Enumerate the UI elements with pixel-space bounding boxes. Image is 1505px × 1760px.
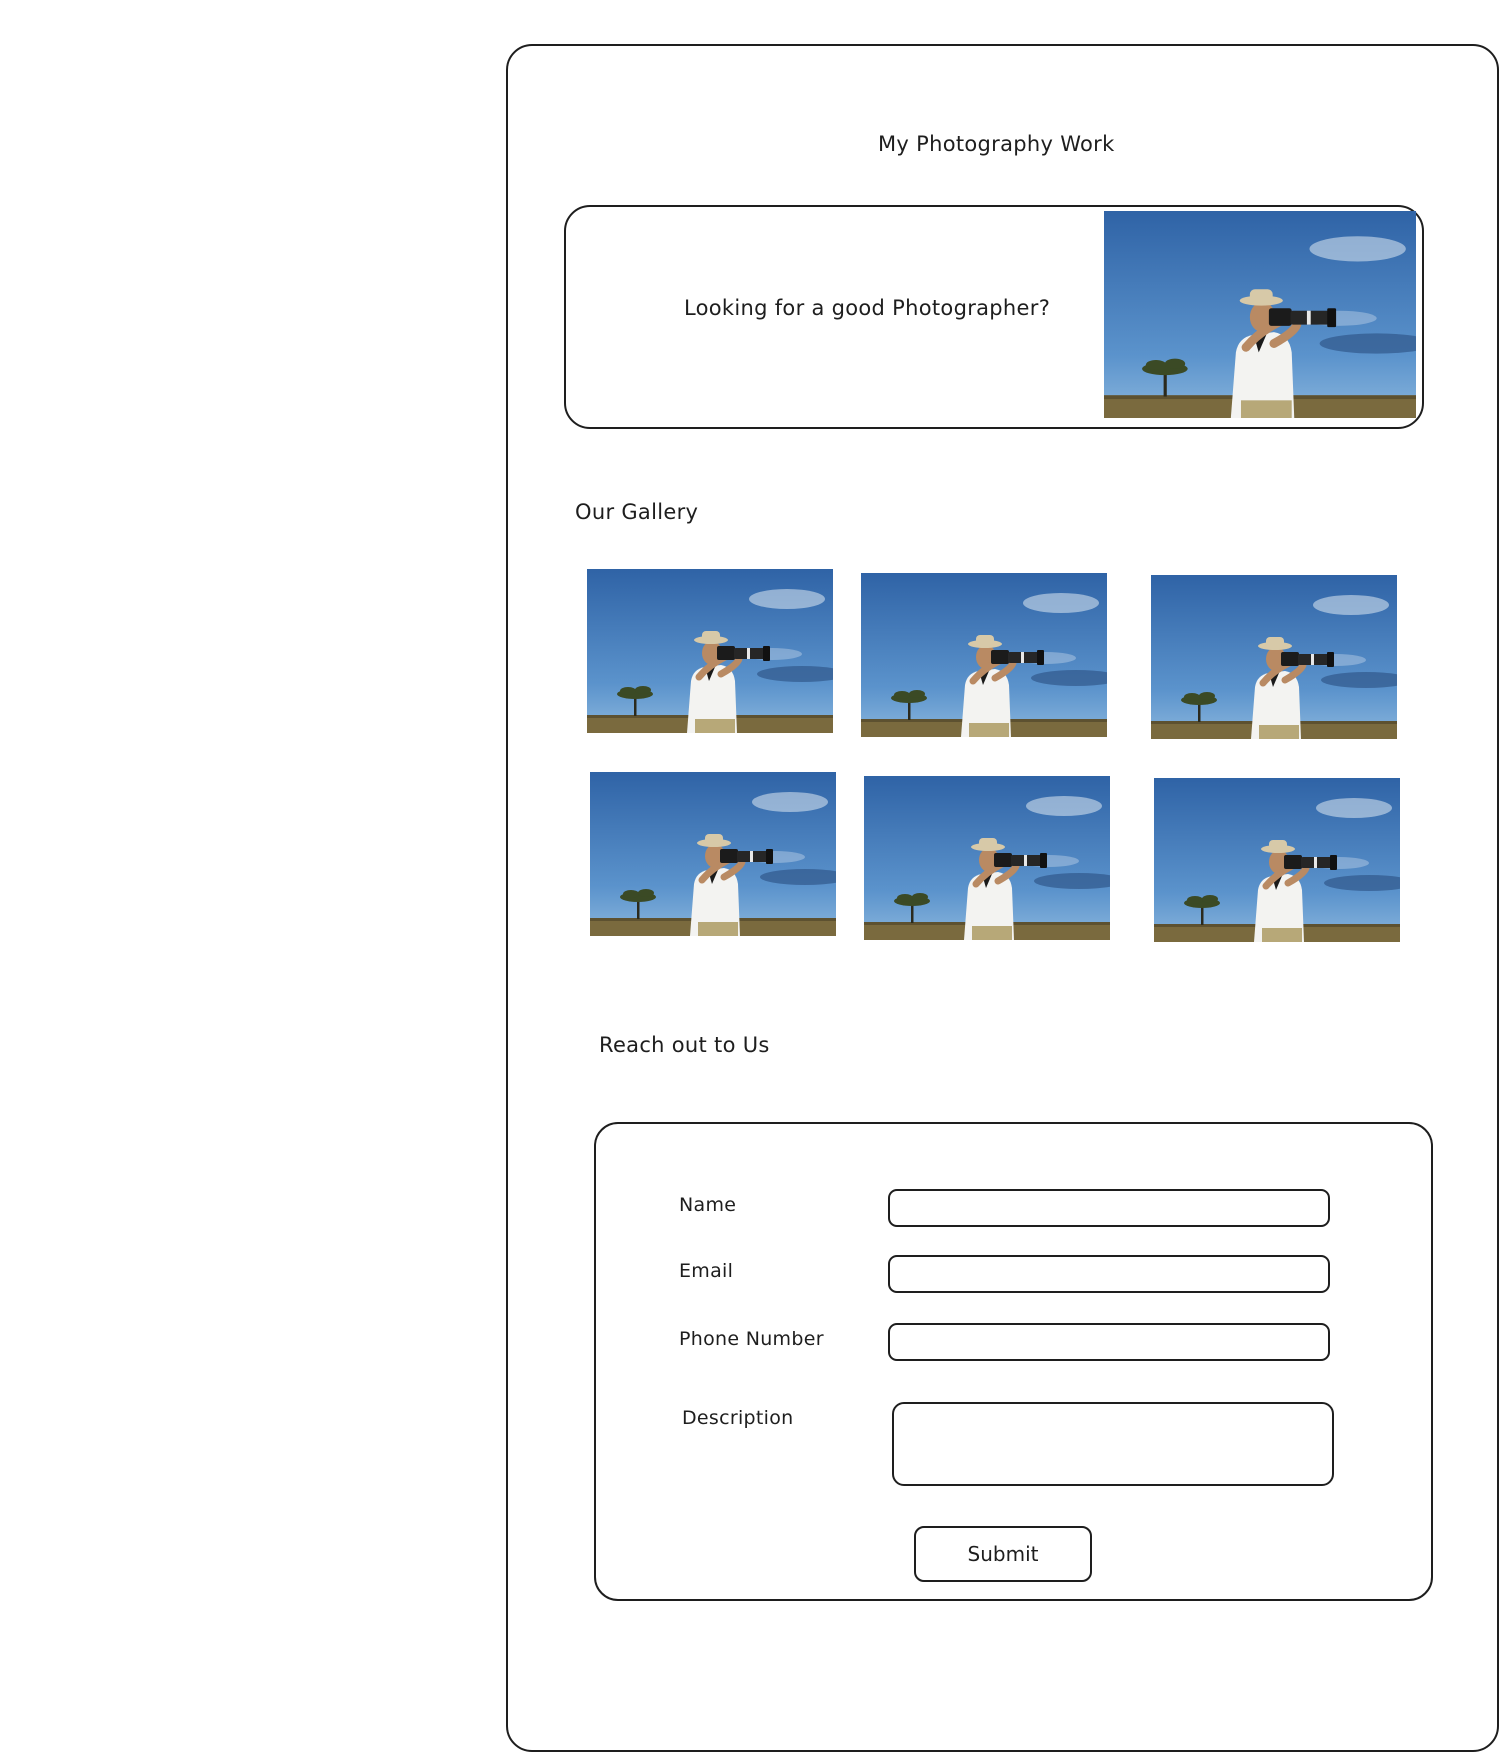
page-title: My Photography Work: [878, 132, 1115, 156]
gallery-photo[interactable]: [861, 573, 1107, 737]
hero-tagline: Looking for a good Photographer?: [684, 296, 1051, 320]
gallery-photo[interactable]: [864, 776, 1110, 940]
gallery-photo[interactable]: [1154, 778, 1400, 942]
phone-label: Phone Number: [679, 1328, 824, 1350]
name-label: Name: [679, 1194, 737, 1216]
phone-field[interactable]: [888, 1323, 1330, 1361]
description-field[interactable]: [892, 1402, 1334, 1486]
contact-heading: Reach out to Us: [599, 1033, 770, 1057]
gallery-photo[interactable]: [587, 569, 833, 733]
email-field[interactable]: [888, 1255, 1330, 1293]
gallery-heading: Our Gallery: [575, 500, 699, 524]
name-field[interactable]: [888, 1189, 1330, 1227]
hero-photo: [1104, 211, 1416, 418]
email-label: Email: [679, 1260, 734, 1282]
description-label: Description: [682, 1407, 794, 1429]
gallery-photo[interactable]: [1151, 575, 1397, 739]
gallery-photo[interactable]: [590, 772, 836, 936]
submit-button[interactable]: Submit: [914, 1526, 1092, 1582]
